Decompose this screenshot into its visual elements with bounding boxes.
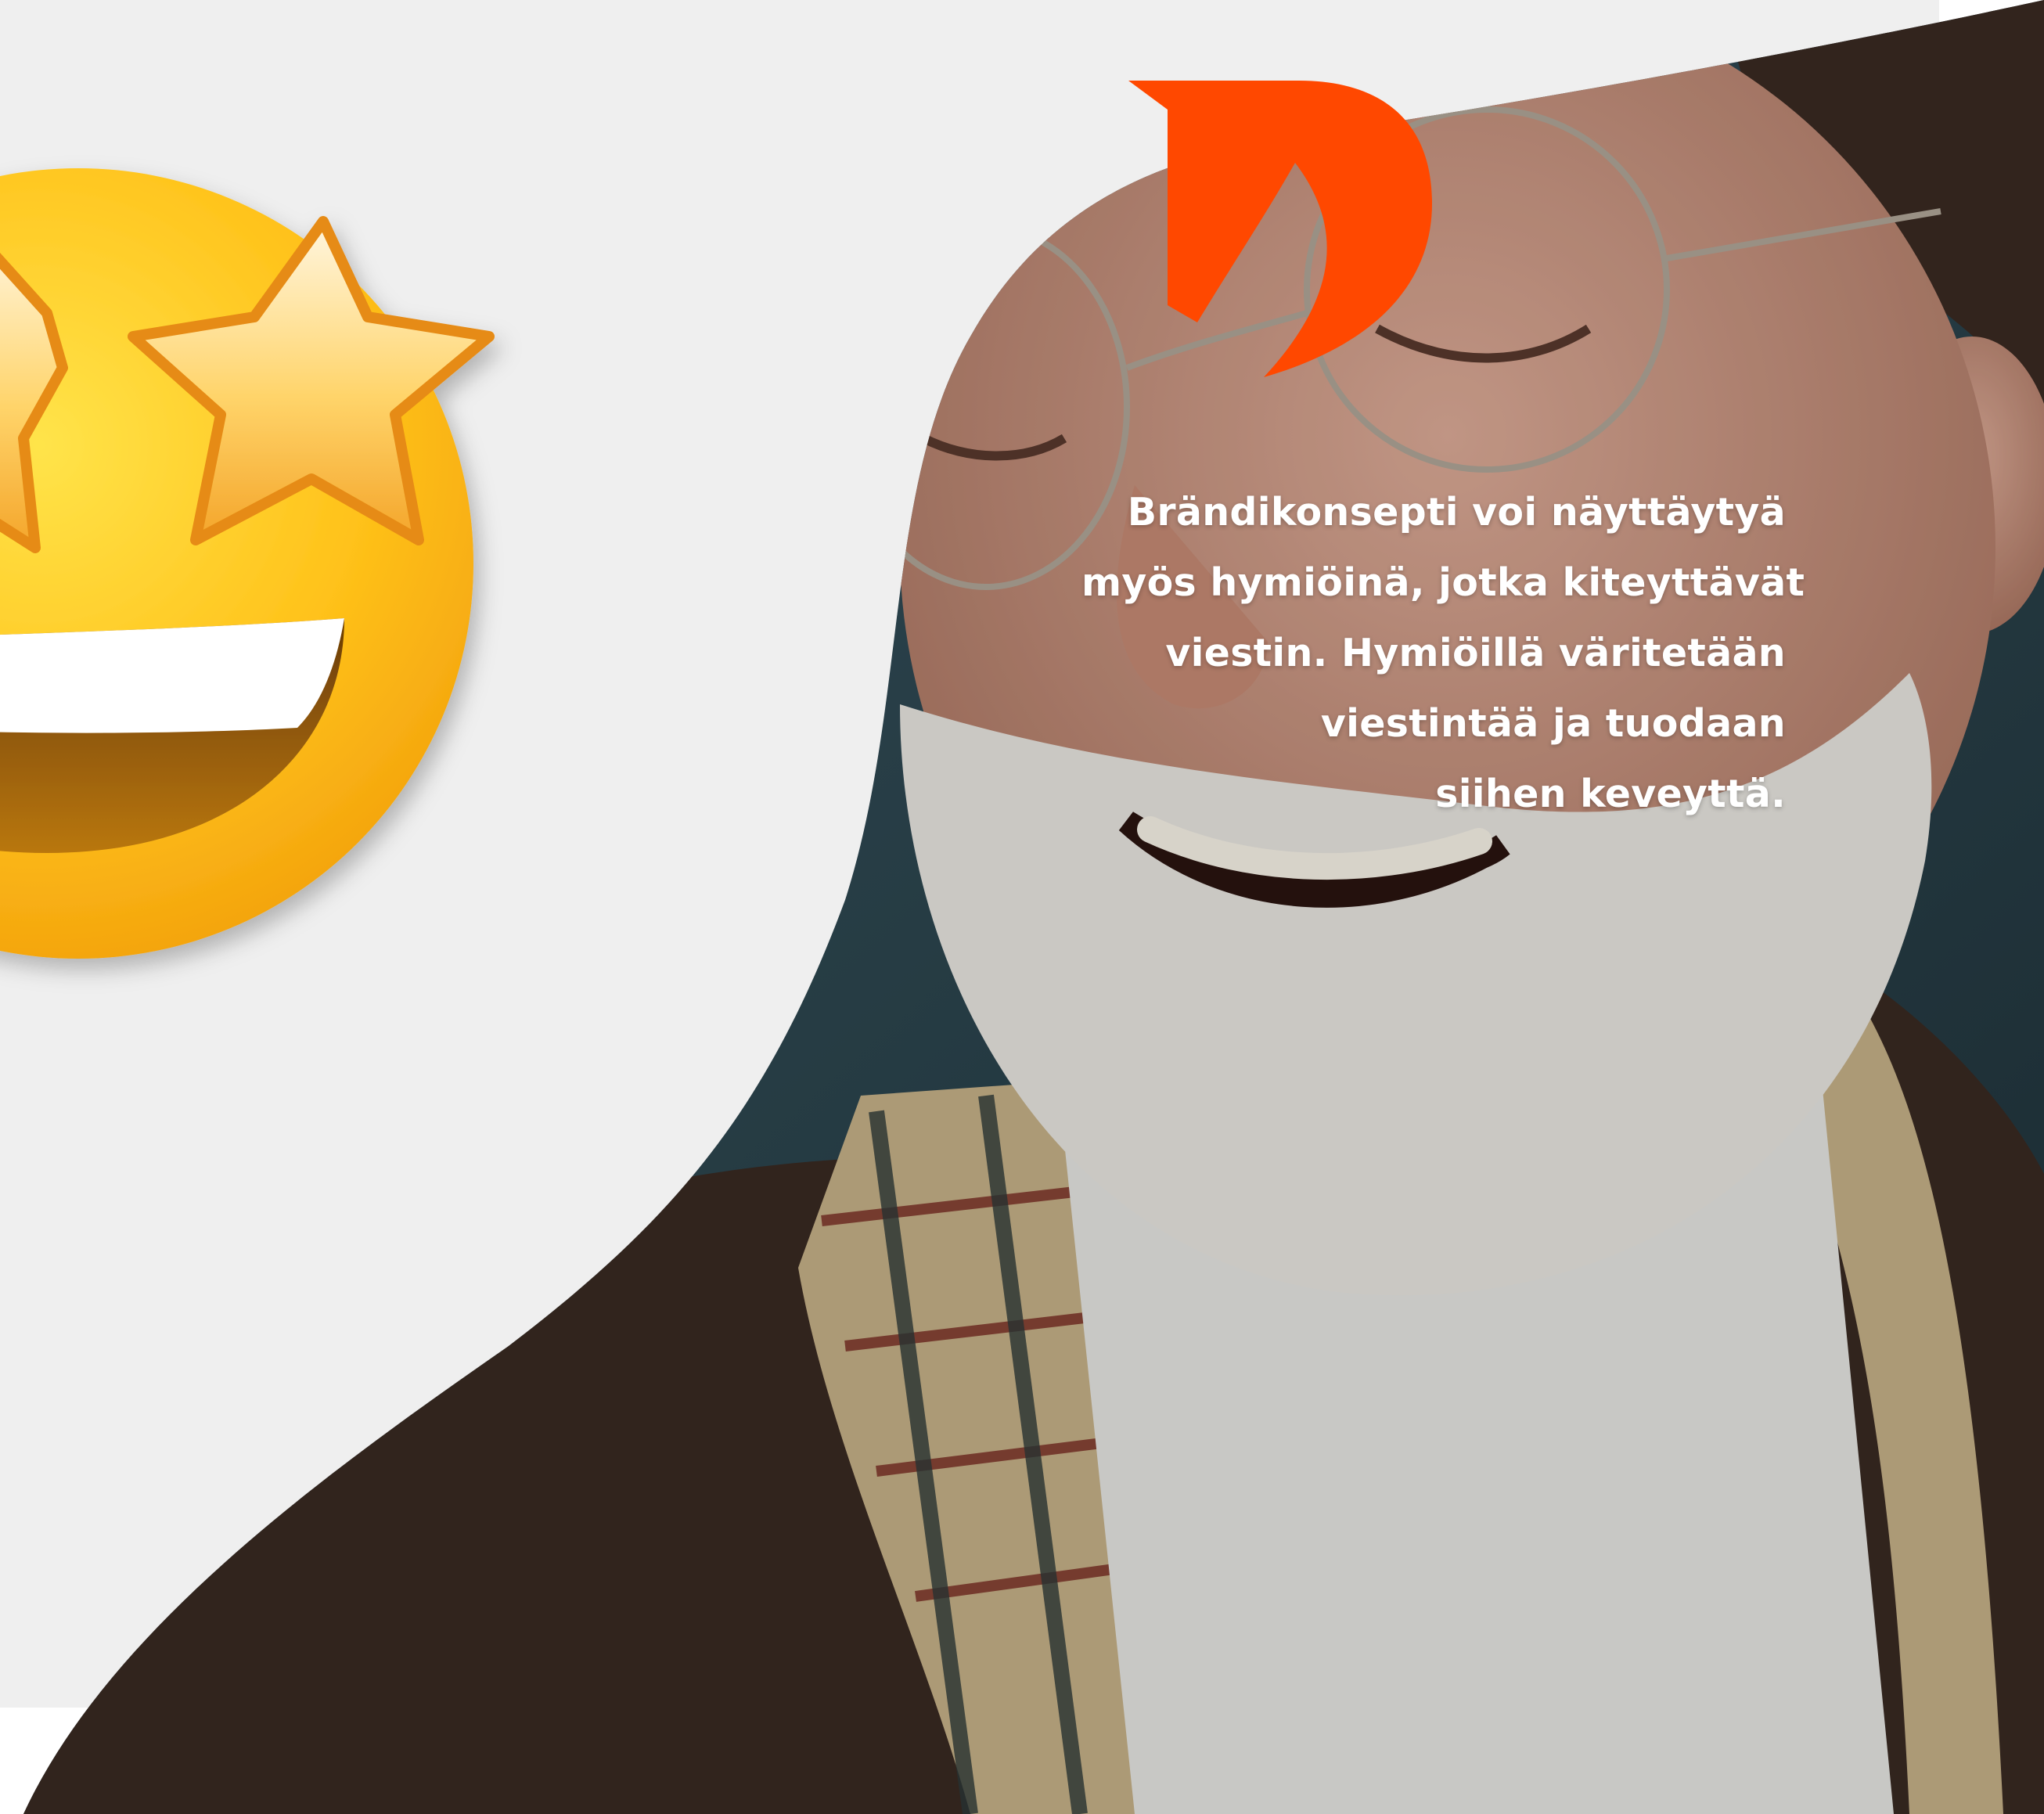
caption-text: Brändikonsepti voi näyttäytyä myös hymiö… bbox=[1081, 477, 1805, 830]
caption-line: viestintää ja tuodaan bbox=[1320, 701, 1786, 746]
caption-line: siihen keveyttä. bbox=[1435, 772, 1786, 816]
caption-line: viestin. Hymiöillä väritetään bbox=[1165, 631, 1786, 675]
star-struck-emoji-icon bbox=[0, 168, 495, 959]
caption-line: Brändikonsepti voi näyttäytyä bbox=[1127, 490, 1786, 534]
caption-line: myös hymiöinä, jotka kiteyttävät bbox=[1081, 560, 1805, 605]
emoji-teeth bbox=[0, 618, 344, 733]
page-canvas: Brändikonsepti voi näyttäytyä myös hymiö… bbox=[0, 0, 2044, 1814]
scene-graphics bbox=[0, 0, 2044, 1814]
